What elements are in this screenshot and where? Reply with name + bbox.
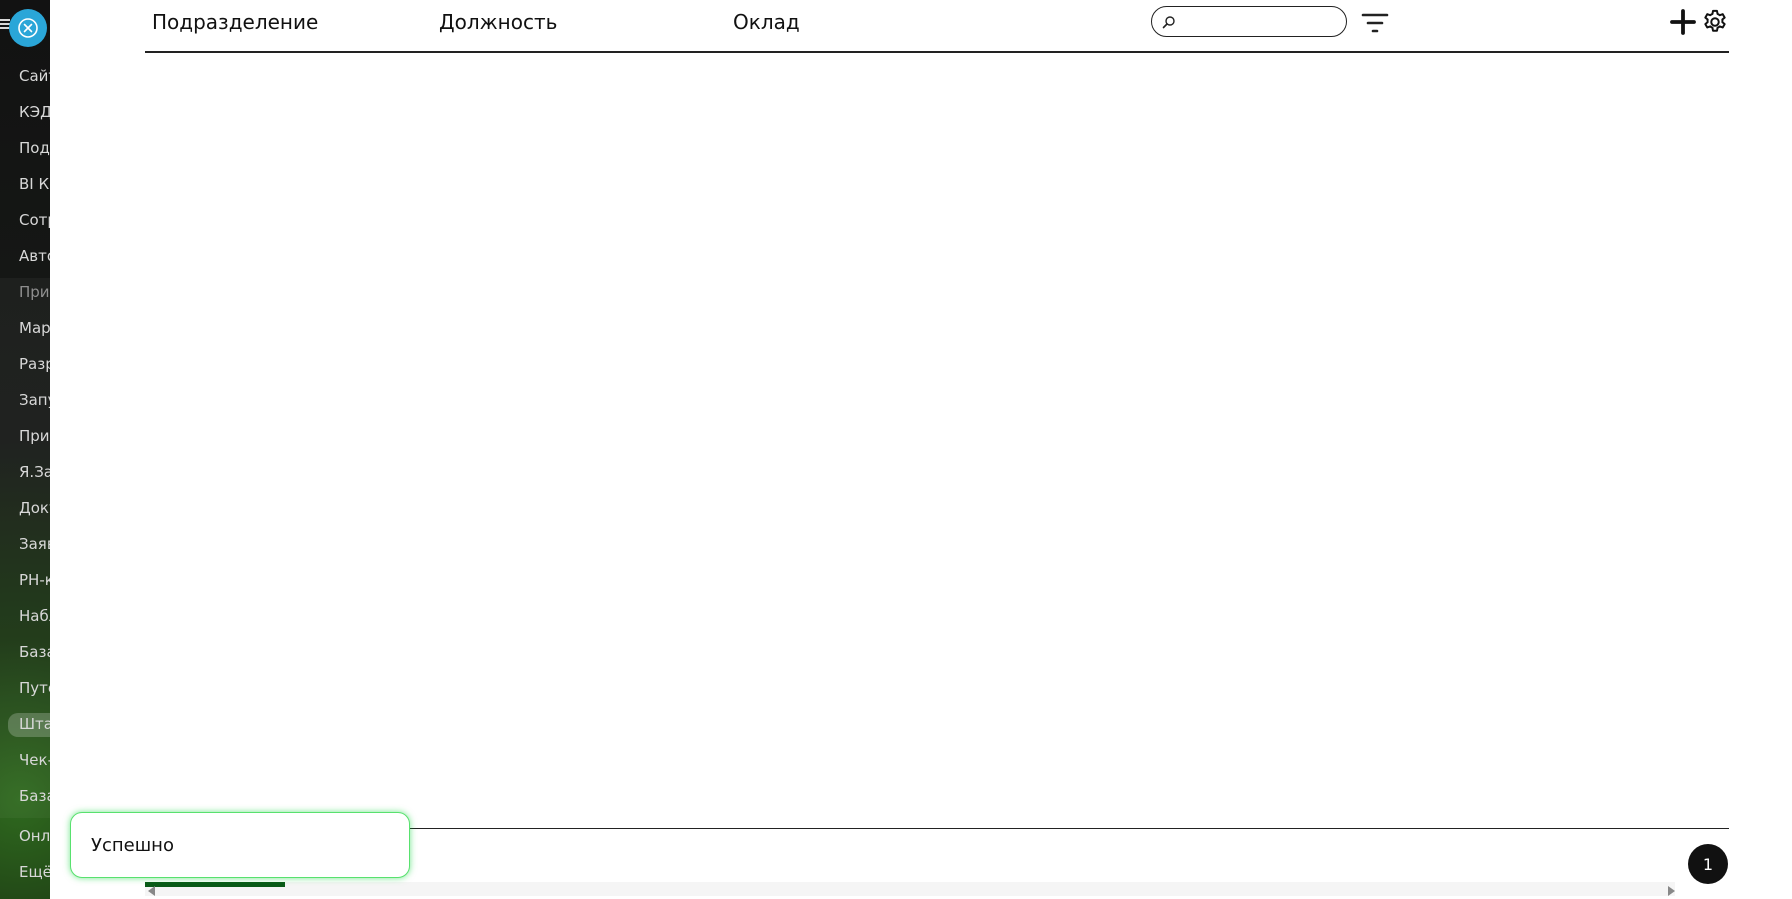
sidebar-item-label: Авто	[19, 247, 50, 265]
sidebar-item-label: Сайт	[19, 67, 50, 85]
sidebar-item-label: Ещё	[19, 863, 50, 881]
sidebar-item-label: Прил	[19, 283, 50, 301]
sidebar-item-label: Набл	[19, 607, 50, 625]
scrollbar-thumb[interactable]	[145, 882, 285, 887]
success-toast: Успешно	[70, 812, 410, 878]
sidebar-item[interactable]: Путе	[0, 670, 50, 706]
sidebar-item[interactable]: BI Ко	[0, 166, 50, 202]
sidebar-item-label: Подр	[19, 139, 50, 157]
sidebar-item[interactable]: Прив	[0, 418, 50, 454]
sidebar-item[interactable]: КЭДС	[0, 94, 50, 130]
horizontal-scrollbar[interactable]	[145, 882, 1675, 896]
search-icon	[1162, 15, 1175, 28]
search-input[interactable]	[1184, 8, 1338, 35]
sidebar-item-label: Разр	[19, 355, 50, 373]
sidebar-item-label: База	[19, 643, 50, 661]
sidebar-item[interactable]: Авто	[0, 238, 50, 274]
filter-button[interactable]	[1361, 11, 1389, 35]
scroll-left-arrow-icon[interactable]	[148, 886, 155, 896]
sidebar-item-label: Доку	[19, 499, 50, 517]
sidebar-item[interactable]: Набл	[0, 598, 50, 634]
sidebar-nav-list: Сайт КЭДС Подр BI Ко Сотр Авто Прил Мар Разр Запу…	[0, 58, 50, 814]
page-number-button[interactable]: 1	[1688, 844, 1728, 884]
sidebar-item-label: КЭДС	[19, 103, 50, 121]
sidebar-item[interactable]: Заяв	[0, 526, 50, 562]
toast-message: Успешно	[91, 834, 174, 856]
close-icon	[18, 18, 38, 38]
sidebar-item[interactable]: Сайт	[0, 58, 50, 94]
sidebar-bottom-nav: Онла Ещё	[0, 818, 50, 890]
sidebar-item[interactable]: Разр	[0, 346, 50, 382]
sidebar-item[interactable]: Чек-	[0, 742, 50, 778]
sidebar-item[interactable]: Сотр	[0, 202, 50, 238]
filter-icon	[1361, 13, 1389, 33]
sidebar-item[interactable]: База	[0, 634, 50, 670]
sidebar-item-label: BI Ко	[19, 175, 50, 193]
column-header-department[interactable]: Подразделение	[152, 10, 318, 34]
sidebar-item-label: Прив	[19, 427, 50, 445]
sidebar-bottom-item[interactable]: Ещё	[0, 854, 50, 890]
sidebar-item-label: Штат	[19, 715, 50, 733]
sidebar-item[interactable]: РН-к	[0, 562, 50, 598]
sidebar-item-label: Путе	[19, 679, 50, 697]
sidebar-item-label: Чек-	[19, 751, 50, 769]
sidebar-item[interactable]: Я.Зап	[0, 454, 50, 490]
sidebar-bottom-item[interactable]: Онла	[0, 818, 50, 854]
sidebar-item[interactable]: Штат	[0, 706, 50, 742]
sidebar-item-label: Заяв	[19, 535, 50, 553]
search-field[interactable]	[1151, 6, 1347, 37]
plus-icon	[1670, 9, 1696, 35]
sidebar-item-label: Запу	[19, 391, 50, 409]
sidebar-item-label: РН-к	[19, 571, 50, 589]
sidebar-item[interactable]: База	[0, 778, 50, 814]
column-header-salary[interactable]: Оклад	[733, 10, 800, 34]
sidebar-item-label: Сотр	[19, 211, 50, 229]
table-header: Подразделение Должность Оклад	[145, 0, 1729, 53]
table-body	[145, 53, 1729, 828]
sidebar-item[interactable]: Прил	[0, 274, 50, 310]
sidebar-item-label: Онла	[19, 827, 50, 845]
sidebar-item-label: База	[19, 787, 50, 805]
sidebar-item-label: Мар	[19, 319, 50, 337]
sidebar-item-label: Я.Зап	[19, 463, 50, 481]
sidebar: Сайт КЭДС Подр BI Ко Сотр Авто Прил Мар Разр Запу…	[0, 0, 50, 899]
close-sidebar-button[interactable]	[9, 9, 47, 47]
sidebar-item[interactable]: Подр	[0, 130, 50, 166]
sidebar-item[interactable]: Запу	[0, 382, 50, 418]
column-header-position[interactable]: Должность	[439, 10, 557, 34]
scroll-right-arrow-icon[interactable]	[1668, 886, 1675, 896]
gear-icon	[1704, 9, 1726, 32]
sidebar-item[interactable]: Мар	[0, 310, 50, 346]
settings-button[interactable]	[1701, 8, 1729, 36]
main-content: Подразделение Должность Оклад 1	[50, 0, 1792, 899]
sidebar-item[interactable]: Доку	[0, 490, 50, 526]
add-button[interactable]	[1669, 8, 1697, 36]
